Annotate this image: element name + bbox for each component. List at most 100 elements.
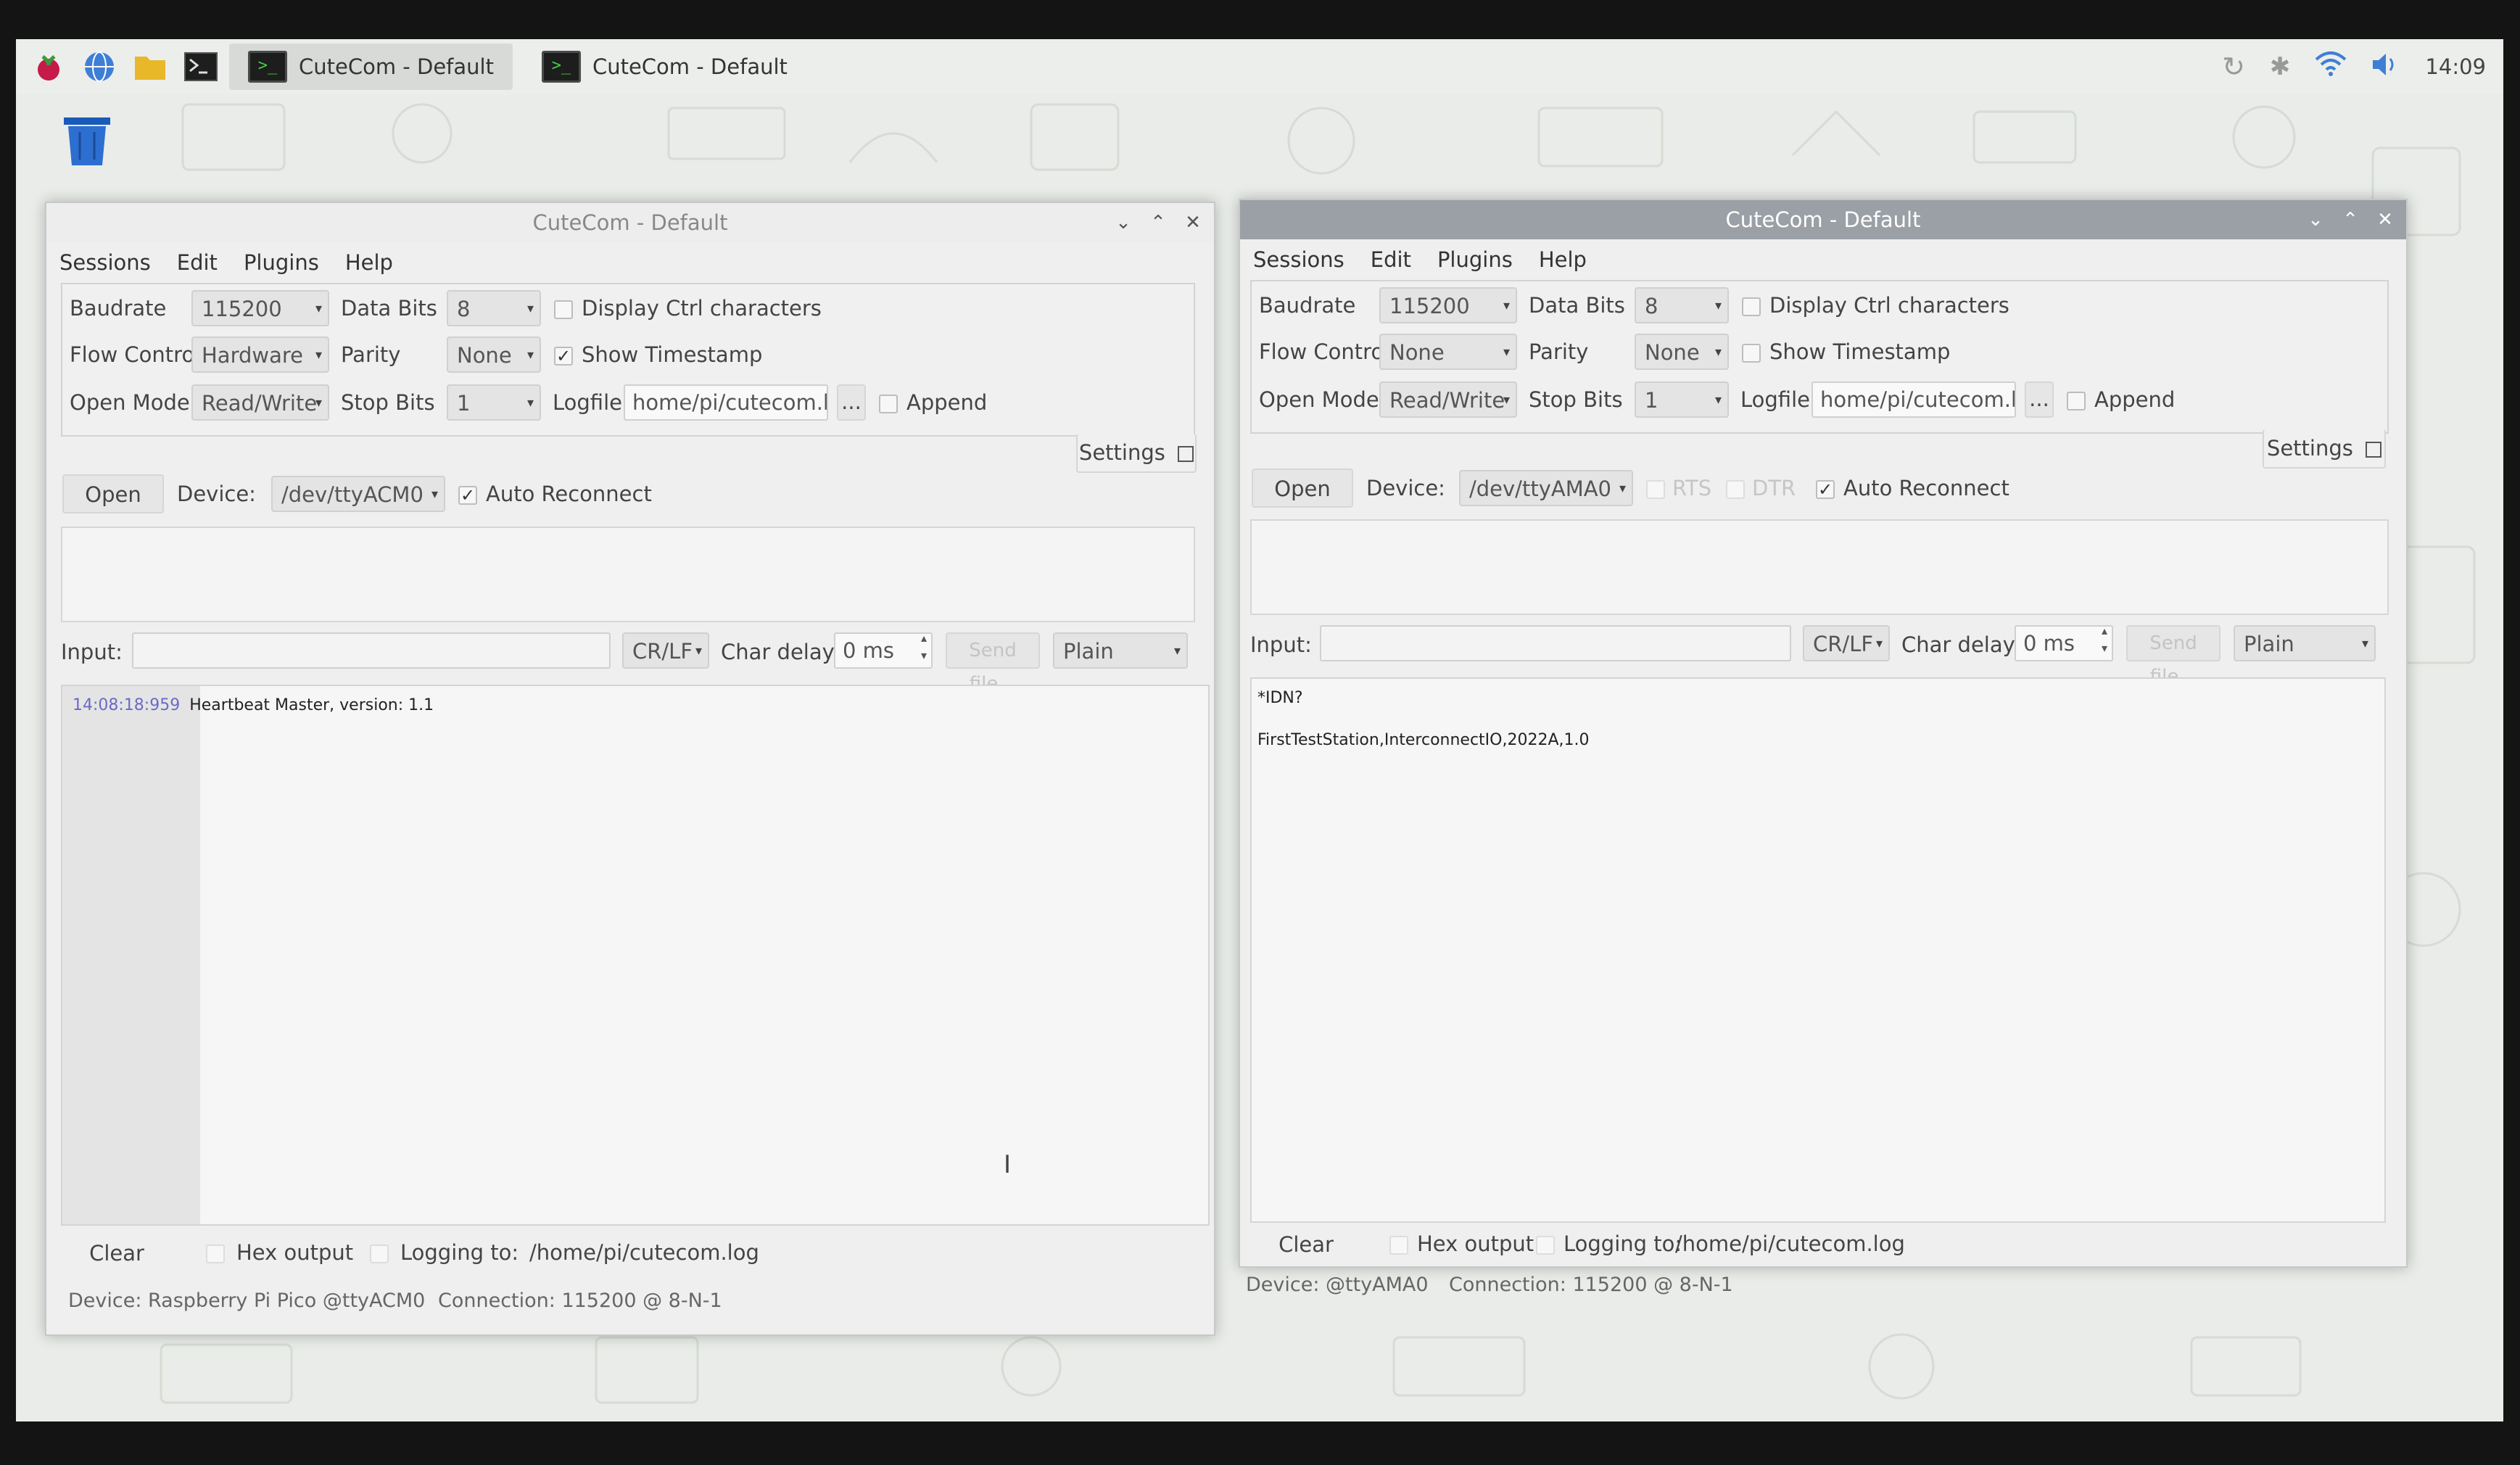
settings-toggle-button[interactable]: Settings xyxy=(2263,429,2386,469)
browser-icon[interactable] xyxy=(81,49,117,85)
file-manager-icon[interactable] xyxy=(132,49,168,85)
task-cutecom-1[interactable]: >_ CuteCom - Default xyxy=(229,44,513,90)
volume-icon[interactable] xyxy=(2371,51,2400,83)
logfile-field[interactable]: home/pi/cutecom.log xyxy=(624,384,828,421)
databits-select[interactable]: 8 ▾ xyxy=(447,290,541,326)
char-delay-spinbox[interactable]: 0 ms xyxy=(2015,625,2113,661)
dtr-checkbox[interactable] xyxy=(1726,480,1745,499)
logfile-field[interactable]: home/pi/cutecom.log xyxy=(1811,381,2016,418)
append-checkbox[interactable] xyxy=(879,395,898,413)
rts-checkbox[interactable] xyxy=(1646,480,1665,499)
close-icon[interactable]: ✕ xyxy=(2371,206,2399,234)
logging-path: /home/pi/cutecom.log xyxy=(1675,1231,1905,1256)
show-timestamp-checkbox[interactable]: ✓ xyxy=(554,347,573,366)
clock[interactable]: 14:09 xyxy=(2425,54,2486,79)
clear-button[interactable]: Clear xyxy=(62,1233,171,1272)
clear-button[interactable]: Clear xyxy=(1252,1224,1360,1263)
auto-reconnect-checkbox[interactable]: ✓ xyxy=(458,486,477,505)
window-title[interactable]: CuteCom - Default xyxy=(46,203,1214,242)
send-file-button[interactable]: Send file... xyxy=(2126,625,2221,688)
stopbits-select[interactable]: 1 ▾ xyxy=(1635,381,1729,418)
baudrate-select[interactable]: 115200 ▾ xyxy=(1379,287,1517,323)
task-cutecom-2[interactable]: >_ CuteCom - Default xyxy=(523,44,806,90)
minimize-icon[interactable]: ⌄ xyxy=(2302,206,2329,234)
parity-select[interactable]: None ▾ xyxy=(447,337,541,373)
output-line: 14:08:18:959 Heartbeat Master, version: … xyxy=(73,696,434,714)
output-view[interactable]: *IDN? FirstTestStation,InterconnectIO,20… xyxy=(1250,677,2386,1223)
display-ctrl-label: Display Ctrl characters xyxy=(1769,293,2009,318)
update-icon[interactable]: ↻ xyxy=(2222,51,2245,83)
menu-plugins[interactable]: Plugins xyxy=(1424,247,1526,272)
databits-select[interactable]: 8 ▾ xyxy=(1635,287,1729,323)
open-button[interactable]: Open xyxy=(62,474,164,513)
show-timestamp-checkbox[interactable] xyxy=(1742,344,1761,363)
append-checkbox[interactable] xyxy=(2067,392,2086,410)
open-button[interactable]: Open xyxy=(1252,469,1353,508)
char-delay-label: Char delay: xyxy=(1901,632,2021,657)
wifi-icon[interactable] xyxy=(2315,51,2347,83)
close-icon[interactable]: ✕ xyxy=(1179,209,1207,236)
window-title[interactable]: CuteCom - Default xyxy=(1240,200,2406,239)
bluetooth-icon[interactable]: ✱ xyxy=(2270,52,2291,81)
menu-sessions[interactable]: Sessions xyxy=(46,250,164,275)
baudrate-select[interactable]: 115200 ▾ xyxy=(191,290,329,326)
format-select[interactable]: Plain ▾ xyxy=(1053,632,1188,669)
menu-plugins[interactable]: Plugins xyxy=(231,250,332,275)
logging-path: /home/pi/cutecom.log xyxy=(529,1240,759,1265)
flow-control-select[interactable]: Hardware ▾ xyxy=(191,337,329,373)
menu-edit[interactable]: Edit xyxy=(164,250,231,275)
char-delay-spinbox[interactable]: 0 ms xyxy=(834,632,933,669)
settings-label: Settings xyxy=(2266,436,2353,461)
device-label: Device: xyxy=(177,482,256,506)
parity-select[interactable]: None ▾ xyxy=(1635,334,1729,370)
hex-output-checkbox[interactable] xyxy=(206,1245,225,1263)
open-mode-select[interactable]: Read/Write ▾ xyxy=(1379,381,1517,418)
menu-sessions[interactable]: Sessions xyxy=(1240,247,1358,272)
minimize-icon[interactable]: ⌄ xyxy=(1110,209,1137,236)
display-ctrl-checkbox[interactable] xyxy=(554,300,573,319)
settings-toggle-button[interactable]: Settings xyxy=(1076,434,1197,473)
logging-checkbox[interactable] xyxy=(370,1245,389,1263)
line-end-select[interactable]: CR/LF ▾ xyxy=(622,632,709,669)
spin-arrows-icon[interactable]: ▴ ▾ xyxy=(921,630,927,664)
databits-label: Data Bits xyxy=(1529,293,1625,318)
flow-control-label: Flow Control xyxy=(1259,339,1390,364)
logfile-label: Logfile: xyxy=(1740,387,1817,412)
trash-icon[interactable] xyxy=(58,110,116,171)
raspberry-menu-icon[interactable] xyxy=(30,49,67,85)
logfile-browse-button[interactable]: ... xyxy=(2025,381,2054,418)
collapse-icon xyxy=(2366,442,2382,458)
logfile-browse-button[interactable]: ... xyxy=(837,384,866,421)
open-mode-select[interactable]: Read/Write ▾ xyxy=(191,384,329,421)
maximize-icon[interactable]: ⌃ xyxy=(1144,209,1172,236)
logging-checkbox[interactable] xyxy=(1536,1236,1555,1255)
collapse-icon xyxy=(1178,446,1194,462)
hex-output-label: Hex output xyxy=(236,1240,354,1265)
format-select[interactable]: Plain ▾ xyxy=(2234,625,2376,661)
input-field[interactable] xyxy=(1320,625,1791,661)
device-select[interactable]: /dev/ttyACM0 ▾ xyxy=(271,476,445,512)
menu-help[interactable]: Help xyxy=(1526,247,1600,272)
cutecom-app-icon: >_ xyxy=(541,51,581,83)
auto-reconnect-checkbox[interactable]: ✓ xyxy=(1816,480,1835,499)
maximize-icon[interactable]: ⌃ xyxy=(2337,206,2364,234)
stopbits-select[interactable]: 1 ▾ xyxy=(447,384,541,421)
hex-output-label: Hex output xyxy=(1417,1231,1534,1256)
chevron-down-icon: ▾ xyxy=(1503,344,1510,360)
status-device-right: Device: @ttyAMA0 xyxy=(1246,1274,1429,1296)
hex-output-checkbox[interactable] xyxy=(1389,1236,1408,1255)
output-view[interactable]: 14:08:18:959 Heartbeat Master, version: … xyxy=(61,685,1210,1226)
taskbar: >_ CuteCom - Default >_ CuteCom - Defaul… xyxy=(16,39,2503,94)
send-file-button[interactable]: Send file... xyxy=(946,632,1040,695)
spin-arrows-icon[interactable]: ▴ ▾ xyxy=(2102,622,2107,657)
flow-control-select[interactable]: None ▾ xyxy=(1379,334,1517,370)
line-end-select[interactable]: CR/LF ▾ xyxy=(1803,625,1890,661)
terminal-icon[interactable] xyxy=(183,49,219,85)
auto-reconnect-label: Auto Reconnect xyxy=(486,482,652,506)
input-field[interactable] xyxy=(132,632,611,669)
input-label: Input: xyxy=(61,640,123,664)
display-ctrl-checkbox[interactable] xyxy=(1742,297,1761,316)
device-select[interactable]: /dev/ttyAMA0 ▾ xyxy=(1459,470,1633,506)
menu-help[interactable]: Help xyxy=(332,250,406,275)
menu-edit[interactable]: Edit xyxy=(1358,247,1424,272)
